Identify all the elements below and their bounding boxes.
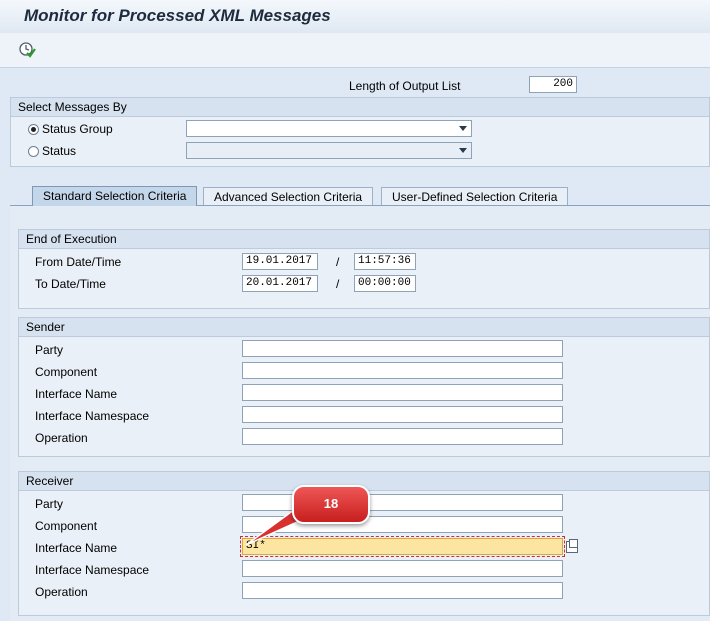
sender-operation-input[interactable]: [242, 428, 563, 445]
receiver-operation-input[interactable]: [242, 582, 563, 599]
sender-interface-name-label: Interface Name: [35, 387, 118, 401]
receiver-header: Receiver: [26, 474, 74, 488]
end-of-execution-header: End of Execution: [26, 232, 117, 246]
step-callout: 18: [292, 485, 370, 524]
receiver-party-label: Party: [35, 497, 64, 511]
tab-advanced-selection[interactable]: Advanced Selection Criteria: [203, 187, 374, 205]
sender-component-label: Component: [35, 365, 98, 379]
chevron-down-icon: [459, 126, 467, 131]
receiver-interface-namespace-label: Interface Namespace: [35, 563, 150, 577]
sender-interface-namespace-input[interactable]: [242, 406, 563, 423]
to-date-input[interactable]: 20.01.2017: [242, 275, 318, 292]
receiver-operation-label: Operation: [35, 585, 88, 599]
receiver-interface-namespace-input[interactable]: [242, 560, 563, 577]
tab-standard-selection[interactable]: Standard Selection Criteria: [32, 186, 198, 206]
sender-component-input[interactable]: [242, 362, 563, 379]
from-date-input[interactable]: 19.01.2017: [242, 253, 318, 270]
receiver-component-label: Component: [35, 519, 98, 533]
status-radio[interactable]: [28, 146, 39, 157]
toolbar: [0, 33, 710, 68]
status-group-dropdown[interactable]: [186, 120, 472, 137]
sender-operation-label: Operation: [35, 431, 88, 445]
from-datetime-label: From Date/Time: [35, 255, 122, 269]
status-group-radio[interactable]: [28, 124, 39, 135]
sender-party-input[interactable]: [242, 340, 563, 357]
receiver-interface-name-label: Interface Name: [35, 541, 118, 555]
window-title: Monitor for Processed XML Messages: [24, 6, 331, 25]
chevron-down-icon: [459, 148, 467, 153]
title-bar: Monitor for Processed XML Messages: [0, 0, 710, 33]
to-time-input[interactable]: 00:00:00: [354, 275, 416, 292]
sender-interface-name-input[interactable]: [242, 384, 563, 401]
sender-header: Sender: [26, 320, 65, 334]
from-time-input[interactable]: 11:57:36: [354, 253, 416, 270]
date-time-separator: /: [336, 277, 340, 291]
sender-party-label: Party: [35, 343, 64, 357]
to-datetime-label: To Date/Time: [35, 277, 106, 291]
date-time-separator: /: [336, 255, 340, 269]
sender-interface-namespace-label: Interface Namespace: [35, 409, 150, 423]
status-label: Status: [42, 144, 77, 158]
select-messages-header: Select Messages By: [18, 100, 127, 114]
status-group-label: Status Group: [42, 122, 113, 136]
tab-user-defined-selection[interactable]: User-Defined Selection Criteria: [381, 187, 569, 205]
output-list-input[interactable]: 200: [529, 76, 577, 93]
value-help-icon[interactable]: [566, 539, 578, 553]
execute-icon[interactable]: [18, 41, 36, 59]
status-dropdown[interactable]: [186, 142, 472, 159]
output-list-label: Length of Output List: [349, 79, 461, 93]
